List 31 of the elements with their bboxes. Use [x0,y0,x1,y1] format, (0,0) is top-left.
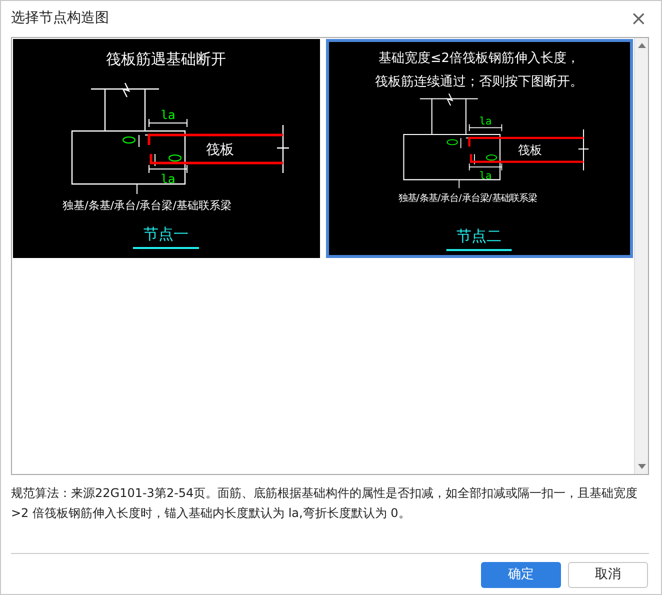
underline [446,249,512,252]
close-button[interactable]: × [626,8,651,28]
description-text: 规范算法：来源22G101-3第2-54页。面筋、底筋根据基础构件的属性是否扣减，如全部扣减或隔一扣一，且基础宽度>2 倍筏板钢筋伸入长度时，锚入基础内长度默认为 la,弯折长度默认为 0。 [11,485,639,522]
slab-label: 筏板 [206,142,234,158]
oval-icon [486,154,498,161]
leader-line [136,184,138,194]
oval-icon [446,139,458,146]
underline [133,247,199,249]
oval-icon [122,136,136,144]
confirm-button[interactable]: 确定 [481,562,561,588]
leader-line [458,179,460,189]
caption-text: 独基/条基/承台/承台梁/基础联系梁 [398,192,537,204]
node-label: 节点一 [144,225,188,243]
window-title: 选择节点构造图 [11,8,109,28]
scroll-down-icon[interactable] [638,464,646,469]
oval-icon [168,154,182,162]
cancel-button[interactable]: 取消 [568,562,648,588]
node-tile[interactable]: 筏板筋遇基础断开 la la 筏板 独基/条基/承台/承台梁/基础联系梁 节点一 [13,39,320,258]
diagram-title: 基础宽度≤2倍筏板钢筋伸入长度， [378,50,580,66]
node-tile[interactable]: 基础宽度≤2倍筏板钢筋伸入长度， 筏板筋连续通过；否则按下图断开。 la la 筏板 独基/条基/承台/承台梁/基础联系梁 节点二 [326,39,633,258]
dimension-label: la [160,108,176,122]
slab-label: 筏板 [518,143,542,158]
scroll-up-icon[interactable] [638,43,646,48]
caption-text: 独基/条基/承台/承台梁/基础联系梁 [62,199,232,212]
diagram-title: 筏板筋遇基础断开 [106,50,226,68]
scrollbar[interactable] [634,38,648,474]
dimension-label: la [479,116,492,128]
dimension-label: la [160,172,176,186]
diagram-title: 筏板筋连续通过；否则按下图断开。 [375,74,583,90]
dimension-label: la [479,170,492,182]
node-label: 节点二 [456,227,502,246]
